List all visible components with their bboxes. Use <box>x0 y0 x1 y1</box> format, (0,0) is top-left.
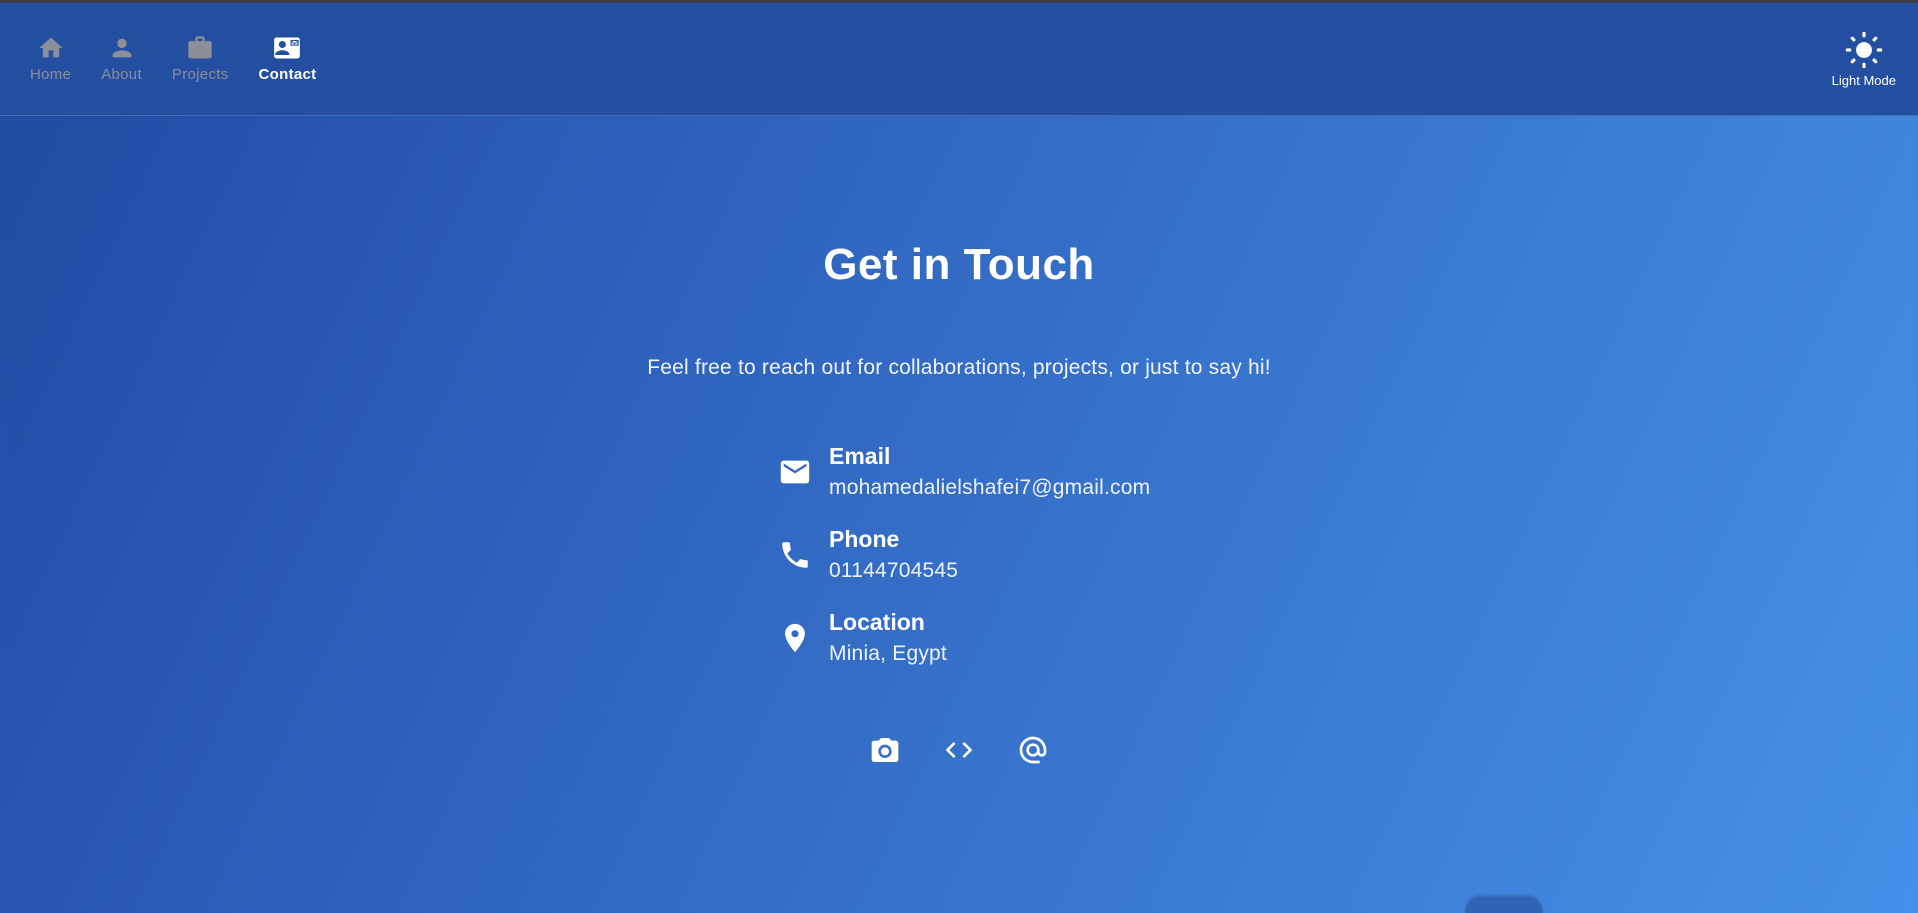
email-icon <box>775 452 815 492</box>
social-links <box>869 734 1049 766</box>
social-link-camera[interactable] <box>869 734 901 766</box>
at-sign-icon <box>1019 736 1047 764</box>
nav-item-contact[interactable]: Contact <box>259 33 317 83</box>
navbar: Home About Projects Contact Light Mode <box>0 3 1918 116</box>
social-link-code[interactable] <box>943 734 975 766</box>
contact-item-email: Email mohamedalielshafei7@gmail.com <box>775 443 1195 500</box>
code-icon <box>945 742 973 758</box>
theme-toggle-label: Light Mode <box>1831 73 1896 88</box>
contact-text: Location Minia, Egypt <box>829 609 947 666</box>
nav-items: Home About Projects Contact <box>30 33 346 83</box>
contact-card-icon <box>272 33 302 63</box>
nav-item-projects[interactable]: Projects <box>172 33 229 83</box>
person-icon <box>107 33 137 63</box>
contact-title: Email <box>829 443 891 469</box>
contact-subtitle: Feel free to reach out for collaboration… <box>647 356 1271 379</box>
scroll-to-top-tab[interactable] <box>1466 897 1542 913</box>
contact-list: Email mohamedalielshafei7@gmail.com Phon… <box>775 443 1195 692</box>
nav-item-label: About <box>101 66 142 83</box>
email-value[interactable]: mohamedalielshafei7@gmail.com <box>829 476 1150 500</box>
phone-value[interactable]: 01144704545 <box>829 559 958 583</box>
camera-icon <box>871 738 899 762</box>
page-title: Get in Touch <box>823 240 1095 289</box>
nav-item-home[interactable]: Home <box>30 33 71 83</box>
nav-item-about[interactable]: About <box>101 33 142 83</box>
sun-icon <box>1845 31 1883 69</box>
theme-toggle-button[interactable]: Light Mode <box>1832 31 1896 88</box>
location-value: Minia, Egypt <box>829 642 947 665</box>
contact-section: Get in Touch Feel free to reach out for … <box>0 240 1918 766</box>
location-icon <box>775 618 815 658</box>
nav-item-label: Projects <box>171 66 229 83</box>
contact-item-phone: Phone 01144704545 <box>775 526 1195 583</box>
phone-icon <box>775 535 815 575</box>
contact-text: Phone 01144704545 <box>829 526 958 583</box>
nav-item-label: Contact <box>258 66 317 83</box>
contact-title: Location <box>829 609 925 635</box>
home-icon <box>36 33 66 63</box>
nav-item-label: Home <box>30 66 72 83</box>
briefcase-icon <box>185 33 215 63</box>
social-link-email[interactable] <box>1017 734 1049 766</box>
contact-item-location: Location Minia, Egypt <box>775 609 1195 666</box>
contact-title: Phone <box>829 526 900 552</box>
contact-text: Email mohamedalielshafei7@gmail.com <box>829 443 1150 500</box>
